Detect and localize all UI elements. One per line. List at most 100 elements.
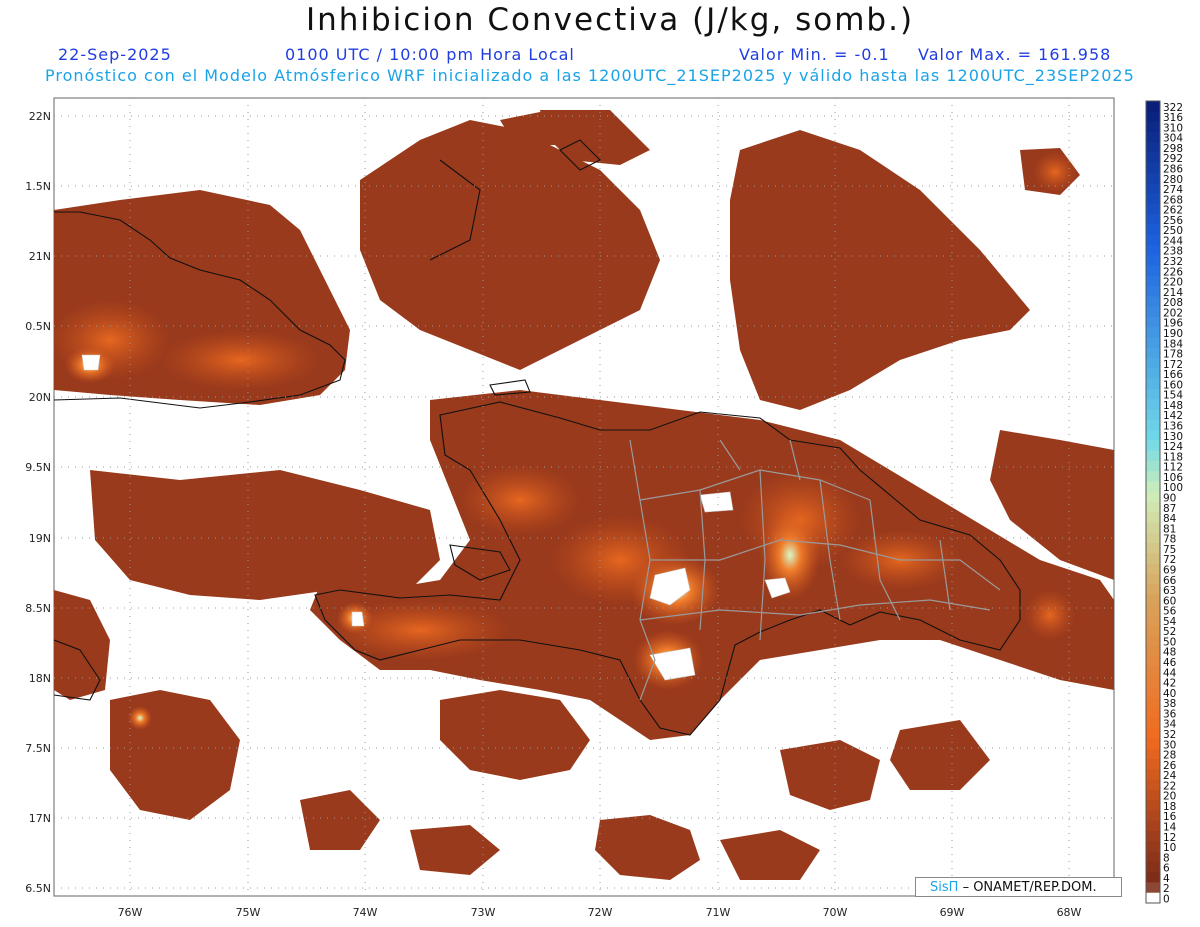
colorbar-swatch — [1146, 419, 1160, 431]
colorbar-swatch — [1146, 142, 1160, 153]
lat-tick-label: 9.5N — [25, 461, 51, 474]
colorbar-swatch — [1146, 615, 1160, 626]
credit-org: – ONAMET/REP.DOM. — [962, 880, 1097, 895]
colorbar-swatch — [1146, 214, 1160, 225]
lat-tick-label: 1.5N — [25, 180, 51, 193]
colorbar-swatch — [1146, 162, 1160, 174]
colorbar-swatch — [1146, 471, 1160, 482]
lon-tick-label: 73W — [471, 906, 496, 919]
colorbar-swatch — [1146, 707, 1160, 719]
sispi-logo: SisΠ — [930, 880, 959, 895]
colorbar-swatch — [1146, 224, 1160, 236]
colorbar-swatch — [1146, 316, 1160, 328]
colorbar-swatch — [1146, 892, 1160, 904]
colorbar-swatch — [1146, 440, 1160, 452]
colorbar-swatch — [1146, 193, 1160, 205]
colorbar-swatch — [1146, 121, 1160, 133]
lon-tick-label: 72W — [588, 906, 613, 919]
colorbar-swatch — [1146, 368, 1160, 380]
colorbar-swatch — [1146, 645, 1160, 657]
lat-tick-label: 7.5N — [25, 742, 51, 755]
lon-tick-label: 69W — [940, 906, 965, 919]
colorbar-swatch — [1146, 460, 1160, 472]
lat-tick-label: 6.5N — [25, 882, 51, 895]
colorbar-swatch — [1146, 532, 1160, 544]
colorbar-swatch — [1146, 347, 1160, 359]
colorbar-swatch — [1146, 841, 1160, 853]
colorbar-swatch — [1146, 779, 1160, 791]
colorbar-swatch — [1146, 543, 1160, 554]
colorbar-swatch — [1146, 851, 1160, 863]
lat-tick-label: 21N — [29, 250, 51, 263]
colorbar-swatch — [1146, 789, 1160, 801]
colorbar-swatch — [1146, 399, 1160, 410]
colorbar-swatch — [1146, 594, 1160, 606]
colorbar-swatch — [1146, 697, 1160, 709]
colorbar-swatch — [1146, 409, 1160, 421]
colorbar-swatch — [1146, 604, 1160, 616]
colorbar-swatch — [1146, 450, 1160, 462]
colorbar-swatch — [1146, 728, 1160, 739]
lon-tick-label: 71W — [706, 906, 731, 919]
lat-tick-label: 19N — [29, 532, 51, 545]
lon-tick-label: 75W — [236, 906, 261, 919]
colorbar-swatch — [1146, 306, 1160, 318]
colorbar-swatch — [1146, 111, 1160, 123]
colorbar-swatch — [1146, 522, 1160, 534]
colorbar-swatch — [1146, 183, 1160, 195]
colorbar-swatch — [1146, 512, 1160, 524]
lat-tick-label: 18N — [29, 672, 51, 685]
colorbar-swatch — [1146, 244, 1160, 256]
colorbar-swatch — [1146, 573, 1160, 585]
credit-box: SisΠ – ONAMET/REP.DOM. — [915, 877, 1122, 897]
colorbar-swatch — [1146, 131, 1160, 143]
colorbar-swatch — [1146, 635, 1160, 647]
colorbar-swatch — [1146, 337, 1160, 349]
colorbar-swatch — [1146, 553, 1160, 565]
colorbar: 3223163103042982922862802742682622562502… — [1145, 100, 1183, 906]
colorbar-swatch — [1146, 327, 1160, 338]
colorbar-swatch — [1146, 172, 1160, 184]
colorbar-swatch — [1146, 378, 1160, 390]
colorbar-swatch — [1146, 275, 1160, 287]
colorbar-label: 0 — [1163, 894, 1170, 906]
colorbar-swatch — [1146, 502, 1160, 513]
colorbar-swatch — [1146, 820, 1160, 832]
lon-tick-label: 68W — [1057, 906, 1082, 919]
colorbar-swatch — [1146, 152, 1160, 164]
colorbar-swatch — [1146, 481, 1160, 493]
colorbar-swatch — [1146, 430, 1160, 441]
colorbar-swatch — [1146, 666, 1160, 678]
colorbar-swatch — [1146, 625, 1160, 637]
colorbar-swatch — [1146, 388, 1160, 400]
colorbar-swatch — [1146, 358, 1160, 369]
colorbar-swatch — [1146, 831, 1160, 842]
lat-tick-label: 22N — [29, 110, 51, 123]
colorbar-swatch — [1146, 748, 1160, 760]
map-canvas: 22N 1.5N 21N 0.5N 20N 9.5N 19N 8.5N 18N 7.5N 17N 6.… — [25, 97, 1183, 919]
colorbar-swatch — [1146, 296, 1160, 308]
colorbar-swatch — [1146, 286, 1160, 297]
colorbar-swatch — [1146, 563, 1160, 575]
colorbar-swatch — [1146, 810, 1160, 822]
colorbar-swatch — [1146, 265, 1160, 277]
lat-tick-label: 17N — [29, 812, 51, 825]
lon-tick-label: 74W — [353, 906, 378, 919]
colorbar-swatch — [1146, 769, 1160, 781]
lat-tick-label: 20N — [29, 391, 51, 404]
colorbar-swatch — [1146, 584, 1160, 596]
colorbar-swatch — [1146, 717, 1160, 729]
colorbar-swatch — [1146, 882, 1160, 894]
colorbar-swatch — [1146, 676, 1160, 688]
colorbar-swatch — [1146, 255, 1160, 267]
colorbar-swatch — [1146, 872, 1160, 883]
colorbar-swatch — [1146, 861, 1160, 873]
colorbar-swatch — [1146, 234, 1160, 246]
lon-tick-label: 76W — [118, 906, 143, 919]
colorbar-swatch — [1146, 738, 1160, 750]
colorbar-swatch — [1146, 759, 1160, 770]
colorbar-swatch — [1146, 687, 1160, 698]
lat-tick-label: 8.5N — [25, 602, 51, 615]
colorbar-swatch — [1146, 491, 1160, 503]
colorbar-swatch — [1146, 203, 1160, 215]
